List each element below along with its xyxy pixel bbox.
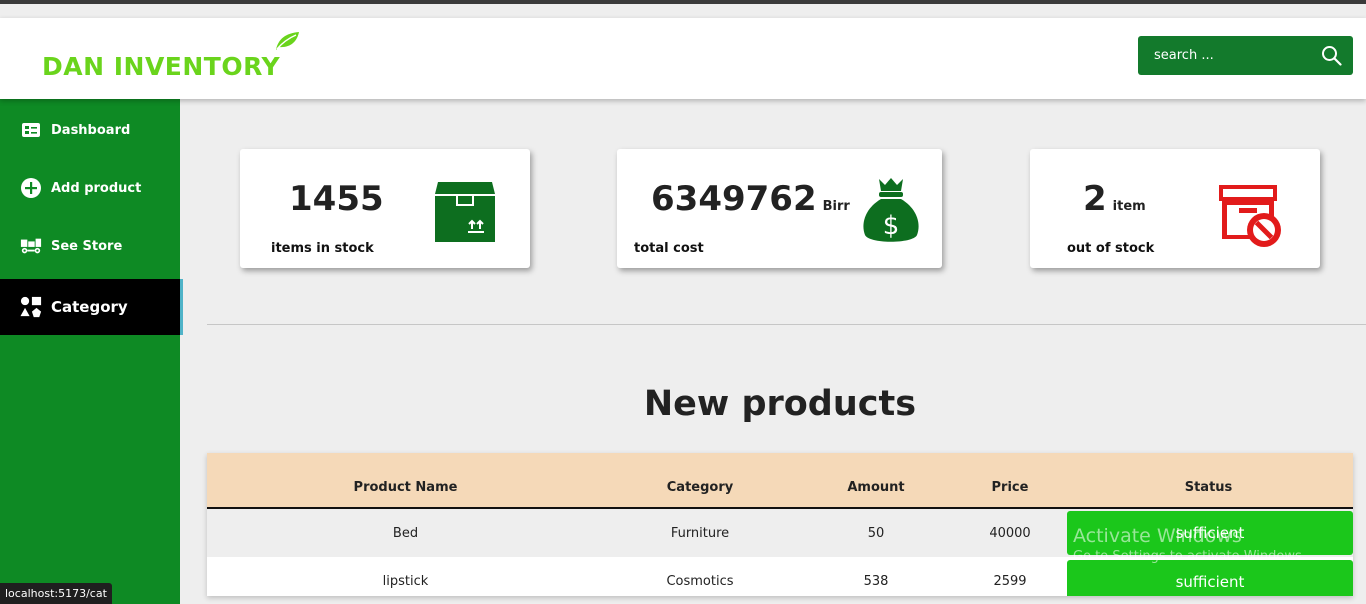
dashboard-icon xyxy=(20,119,42,141)
sidebar-item-see-store[interactable]: See Store xyxy=(0,226,180,266)
stat-card-stock: 1455 items in stock xyxy=(240,149,530,268)
stat-label: total cost xyxy=(634,241,704,256)
stat-label: out of stock xyxy=(1067,241,1155,256)
sidebar: Dashboard Add product See Store Category xyxy=(0,99,183,604)
section-divider xyxy=(207,324,1366,325)
col-header-amount[interactable]: Amount xyxy=(796,453,956,508)
search-input[interactable] xyxy=(1154,40,1314,71)
col-header-status[interactable]: Status xyxy=(1064,453,1353,508)
stat-card-total-cost: 6349762 Birr total cost $ xyxy=(617,149,942,268)
products-table: Product Name Category Amount Price Statu… xyxy=(207,453,1353,596)
cell-status: sufficient xyxy=(1064,557,1353,596)
category-shapes-icon xyxy=(20,296,42,318)
leaf-icon xyxy=(276,32,299,50)
cell-amount: 538 xyxy=(863,574,889,589)
section-title: New products xyxy=(643,384,917,424)
box-icon xyxy=(435,182,495,242)
search-box[interactable] xyxy=(1138,36,1353,75)
status-badge[interactable]: sufficient xyxy=(1067,511,1353,555)
app-logo[interactable]: DAN INVENTORY xyxy=(42,52,280,81)
cell-product-name: lipstick xyxy=(382,574,429,589)
table-row[interactable]: Bed Furniture 50 40000 sufficient xyxy=(207,508,1353,557)
stat-label: items in stock xyxy=(271,241,374,256)
sidebar-item-add-product[interactable]: Add product xyxy=(0,168,180,208)
sidebar-item-dashboard[interactable]: Dashboard xyxy=(0,110,180,150)
cell-status: sufficient xyxy=(1064,508,1353,557)
sidebar-item-label: Category xyxy=(51,298,128,316)
stat-value: 2 item xyxy=(1083,179,1146,219)
status-badge[interactable]: sufficient xyxy=(1067,559,1353,596)
svg-text:$: $ xyxy=(883,211,900,241)
col-header-product-name[interactable]: Product Name xyxy=(207,453,604,508)
money-bag-icon: $ xyxy=(863,178,919,242)
table-row[interactable]: lipstick Cosmotics 538 2599 sufficient xyxy=(207,557,1353,596)
archive-blocked-icon xyxy=(1219,185,1281,247)
stat-unit: Birr xyxy=(822,199,850,214)
search-icon[interactable] xyxy=(1321,45,1342,66)
cell-product-name: Bed xyxy=(392,525,419,541)
stat-value: 1455 xyxy=(289,179,384,219)
stat-value: 6349762 Birr xyxy=(651,179,850,219)
table-header-row: Product Name Category Amount Price Statu… xyxy=(207,453,1353,508)
col-header-price[interactable]: Price xyxy=(956,453,1064,508)
cell-price: 2599 xyxy=(993,574,1027,589)
plus-circle-icon xyxy=(20,177,42,199)
stat-card-out-of-stock: 2 item out of stock xyxy=(1030,149,1320,268)
sidebar-item-label: Dashboard xyxy=(51,122,131,138)
cell-category: Furniture xyxy=(670,525,730,541)
sidebar-item-label: See Store xyxy=(51,238,123,254)
stat-unit: item xyxy=(1112,199,1146,214)
sidebar-item-category[interactable]: Category xyxy=(0,279,183,335)
cell-price: 40000 xyxy=(989,525,1031,541)
app-header: DAN INVENTORY xyxy=(0,18,1366,99)
sidebar-item-label: Add product xyxy=(51,180,142,196)
cell-category: Cosmotics xyxy=(666,574,734,589)
col-header-category[interactable]: Category xyxy=(604,453,796,508)
browser-top-strip xyxy=(0,0,1366,4)
status-bar-url: localhost:5173/cat xyxy=(0,583,112,604)
cell-amount: 50 xyxy=(867,525,885,541)
store-cart-icon xyxy=(20,235,42,257)
